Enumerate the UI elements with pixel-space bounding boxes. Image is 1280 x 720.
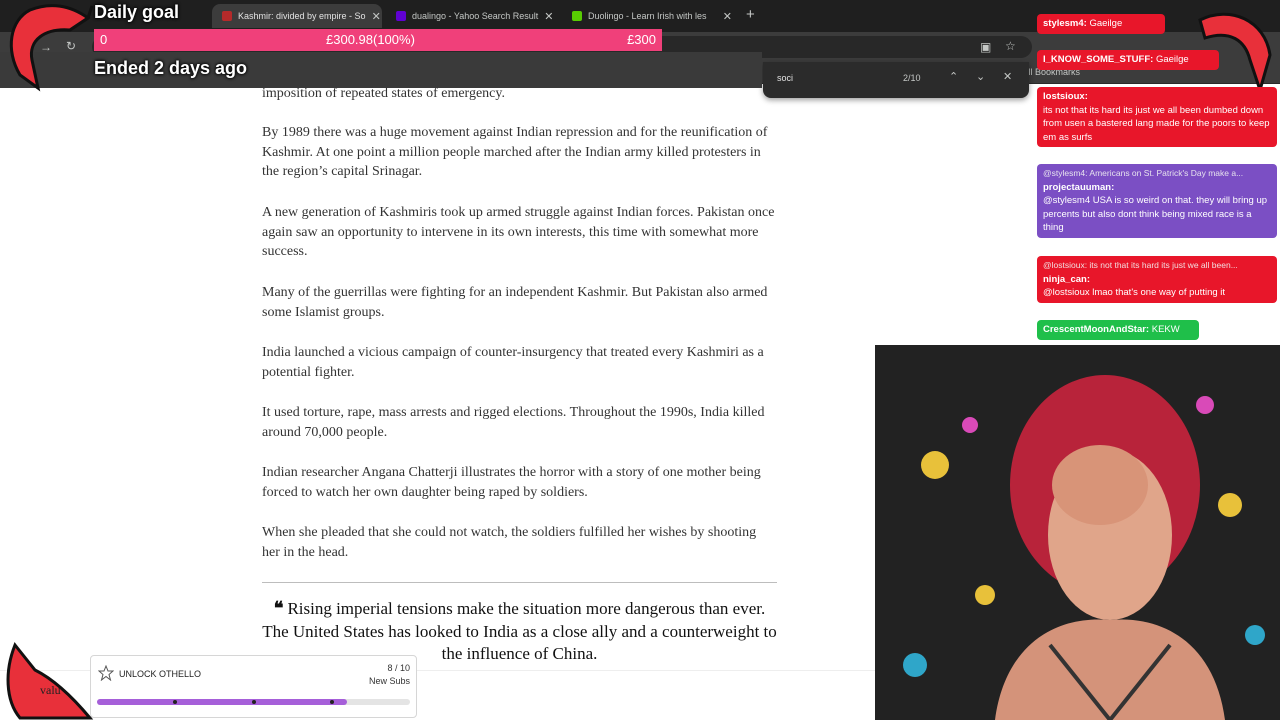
find-previous-icon[interactable]: ⌃ bbox=[949, 70, 958, 83]
chat-text: KEKW bbox=[1151, 324, 1180, 335]
chat-message: CrescentMoonAndStar: KEKW bbox=[1037, 320, 1199, 340]
streamer-image bbox=[875, 345, 1280, 720]
chat-username: projectauuman: bbox=[1043, 181, 1115, 193]
sub-goal-widget: UNLOCK OTHELLO 8 / 10 New Subs bbox=[90, 655, 417, 718]
article-paragraph: Many of the guerrillas were fighting for… bbox=[262, 285, 768, 320]
tab-kashmir[interactable]: Kashmir: divided by empire - So ✕ bbox=[212, 4, 382, 28]
star-bookmark-icon[interactable]: ☆ bbox=[1005, 39, 1016, 53]
daily-goal-title: Daily goal bbox=[94, 2, 180, 22]
tab-yahoo[interactable]: dualingo - Yahoo Search Result ✕ bbox=[386, 4, 558, 28]
goal-ended-status: Ended 2 days ago bbox=[94, 58, 248, 78]
chat-username: I_KNOW_SOME_STUFF: bbox=[1043, 54, 1154, 65]
tab-duolingo[interactable]: Duolingo - Learn Irish with les ✕ bbox=[562, 4, 742, 28]
chat-text: Gaeilge bbox=[1155, 54, 1189, 65]
chat-username: CrescentMoonAndStar: bbox=[1043, 324, 1150, 335]
pull-quote-text: Rising imperial tensions make the situat… bbox=[262, 599, 777, 663]
close-icon[interactable]: ✕ bbox=[544, 10, 553, 23]
article-paragraph: By 1989 there was a huge movement agains… bbox=[262, 125, 768, 180]
chat-message: lostsioux: its not that its hard its jus… bbox=[1037, 87, 1277, 147]
find-input[interactable]: soci bbox=[777, 73, 793, 83]
chat-username: ninja_can: bbox=[1043, 273, 1090, 285]
goal-start-value: 0 bbox=[100, 32, 108, 47]
duolingo-favicon-icon bbox=[572, 11, 582, 21]
cut-off-word: valu bbox=[40, 683, 61, 697]
reader-mode-icon[interactable]: ▣ bbox=[980, 40, 991, 54]
quote-mark-icon: ❝ bbox=[273, 598, 284, 618]
find-close-icon[interactable]: ✕ bbox=[1003, 70, 1012, 83]
sub-goal-count: 8 / 10 bbox=[387, 663, 410, 673]
article-paragraph: When she pleaded that she could not watc… bbox=[262, 525, 757, 560]
tab-label: Kashmir: divided by empire - So bbox=[238, 11, 366, 21]
webcam-feed bbox=[875, 345, 1280, 720]
sub-goal-progress-track bbox=[97, 699, 410, 705]
milestone-dot bbox=[330, 700, 334, 704]
chat-message: @lostsioux: its not that its hard its ju… bbox=[1037, 256, 1277, 303]
article-paragraph: Indian researcher Angana Chatterji illus… bbox=[262, 465, 761, 500]
close-icon[interactable]: ✕ bbox=[372, 10, 381, 23]
sub-goal-title: UNLOCK OTHELLO bbox=[119, 669, 202, 679]
chat-reply-context: @stylesm4: Americans on St. Patrick's Da… bbox=[1043, 168, 1244, 178]
chat-text: @lostsioux lmao that's one way of puttin… bbox=[1043, 287, 1226, 298]
close-icon[interactable]: ✕ bbox=[723, 10, 732, 23]
chat-message: I_KNOW_SOME_STUFF: Gaeilge bbox=[1037, 50, 1219, 70]
article-paragraph: A new generation of Kashmiris took up ar… bbox=[262, 205, 775, 260]
milestone-dot bbox=[252, 700, 256, 704]
tab-label: dualingo - Yahoo Search Result bbox=[412, 11, 539, 21]
goal-progress-value: £300.98(100%) bbox=[326, 32, 415, 47]
chili-pepper-icon bbox=[9, 4, 94, 92]
sub-goal-label: New Subs bbox=[368, 676, 410, 686]
find-match-count: 2/10 bbox=[903, 73, 921, 83]
divider bbox=[262, 582, 777, 583]
chat-message: stylesm4: Gaeilge bbox=[1037, 14, 1165, 34]
article-paragraph: It used torture, rape, mass arrests and … bbox=[262, 405, 765, 440]
new-tab-plus-icon[interactable]: + bbox=[746, 6, 755, 23]
star-icon bbox=[98, 665, 114, 681]
find-next-icon[interactable]: ⌄ bbox=[976, 70, 985, 83]
chat-username: stylesm4: bbox=[1043, 18, 1087, 29]
milestone-dot bbox=[173, 700, 177, 704]
daily-goal-progress-bar: 0 £300.98(100%) £300 bbox=[94, 29, 662, 51]
tab-label: Duolingo - Learn Irish with les bbox=[588, 11, 707, 21]
chat-text: @stylesm4 USA is so weird on that. they … bbox=[1043, 195, 1268, 233]
goal-target-value: £300 bbox=[627, 32, 656, 47]
find-in-page-bar: soci 2/10 ⌃ ⌄ ✕ bbox=[763, 62, 1029, 98]
chat-message: @stylesm4: Americans on St. Patrick's Da… bbox=[1037, 164, 1277, 238]
article-paragraph: India launched a vicious campaign of cou… bbox=[262, 345, 764, 380]
kashmir-favicon-icon bbox=[222, 11, 232, 21]
chat-username: lostsioux: bbox=[1043, 91, 1088, 102]
chili-pepper-icon bbox=[6, 642, 94, 720]
sub-goal-progress-fill bbox=[97, 699, 348, 705]
chat-reply-context: @lostsioux: its not that its hard its ju… bbox=[1043, 260, 1238, 270]
chat-text: its not that its hard its just we all be… bbox=[1043, 104, 1270, 143]
yahoo-favicon-icon bbox=[396, 11, 406, 21]
chat-text: Gaeilge bbox=[1089, 18, 1123, 29]
